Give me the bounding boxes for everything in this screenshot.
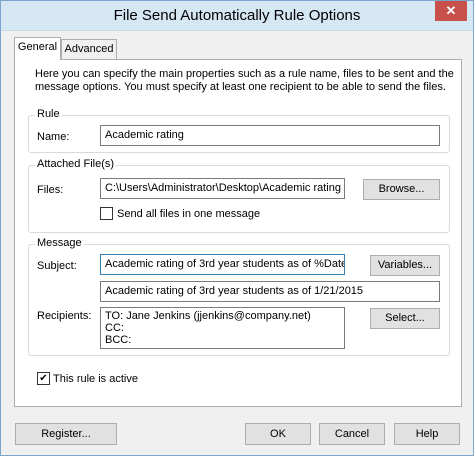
name-input[interactable]: Academic rating	[100, 125, 440, 146]
recipients-cc: CC:	[105, 322, 124, 334]
variables-button[interactable]: Variables...	[370, 255, 440, 276]
send-all-label: Send all files in one message	[117, 208, 261, 220]
subject-label: Subject:	[37, 260, 77, 272]
tab-general-label: General	[17, 41, 58, 53]
message-group-label: Message	[35, 237, 84, 249]
recipients-bcc: BCC:	[105, 334, 132, 346]
title-bar[interactable]: File Send Automatically Rule Options ✕	[1, 1, 473, 31]
tab-advanced[interactable]: Advanced	[61, 39, 117, 59]
ok-button[interactable]: OK	[245, 423, 311, 445]
browse-button[interactable]: Browse...	[363, 179, 440, 200]
recipients-to: TO: Jane Jenkins (jjenkins@company.net)	[105, 310, 311, 322]
window-title: File Send Automatically Rule Options	[113, 7, 361, 24]
rule-group-label: Rule	[35, 108, 62, 120]
checkmark-icon: ✔	[39, 373, 48, 384]
rule-active-checkbox[interactable]: ✔	[37, 372, 50, 385]
general-tab-panel: Here you can specify the main properties…	[14, 59, 462, 407]
tab-general[interactable]: General	[14, 37, 61, 60]
cancel-button[interactable]: Cancel	[319, 423, 385, 445]
name-label: Name:	[37, 131, 70, 143]
help-button[interactable]: Help	[394, 423, 460, 445]
recipients-label: Recipients:	[37, 310, 92, 322]
files-label: Files:	[37, 184, 64, 196]
close-button[interactable]: ✕	[435, 1, 467, 21]
close-icon: ✕	[445, 3, 457, 18]
subject-input[interactable]: Academic rating of 3rd year students as …	[100, 254, 345, 275]
dialog-window: File Send Automatically Rule Options ✕ G…	[0, 0, 474, 456]
files-input[interactable]: C:\Users\Administrator\Desktop\Academic …	[100, 178, 345, 199]
send-all-checkbox[interactable]	[100, 207, 113, 220]
register-button[interactable]: Register...	[15, 423, 117, 445]
subject-preview: Academic rating of 3rd year students as …	[100, 281, 440, 302]
recipients-box[interactable]: TO: Jane Jenkins (jjenkins@company.net) …	[100, 307, 345, 349]
intro-text: Here you can specify the main properties…	[35, 68, 454, 93]
tab-advanced-label: Advanced	[64, 43, 114, 55]
select-recipients-button[interactable]: Select...	[370, 308, 440, 329]
attached-files-group-label: Attached File(s)	[35, 158, 117, 170]
rule-active-label: This rule is active	[53, 373, 138, 385]
